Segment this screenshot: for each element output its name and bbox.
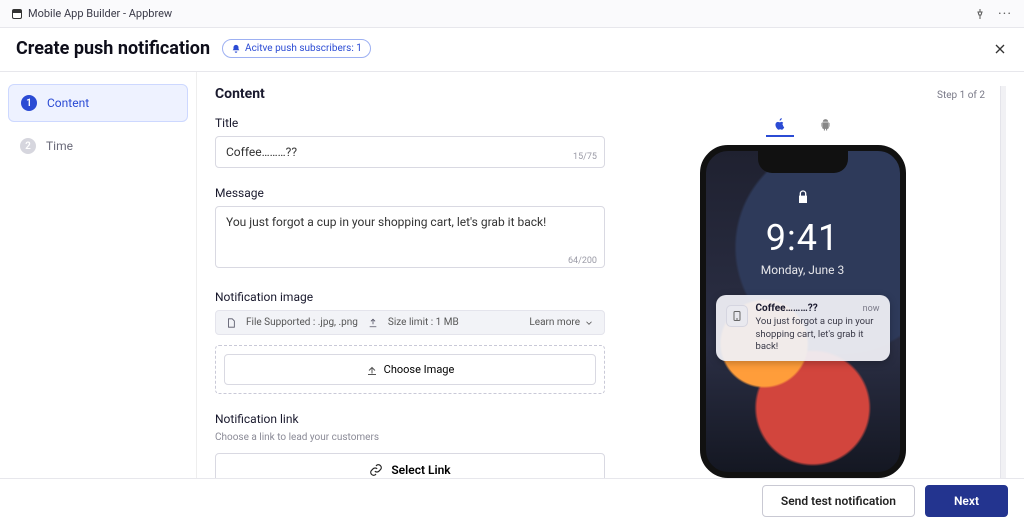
app-name: Mobile App Builder - Appbrew: [28, 7, 172, 20]
chevron-down-icon: [584, 318, 594, 328]
subscribers-badge[interactable]: Acitve push subscribers: 1: [222, 39, 371, 58]
step-label: Time: [46, 139, 73, 153]
send-test-button[interactable]: Send test notification: [762, 485, 915, 517]
step-time[interactable]: 2 Time: [8, 128, 188, 164]
message-label: Message: [215, 186, 605, 200]
phone-notch: [758, 151, 848, 173]
app-logo-icon: [12, 9, 22, 19]
step-number: 1: [21, 95, 37, 111]
image-label: Notification image: [215, 290, 605, 304]
tab-ios[interactable]: [766, 113, 794, 137]
preview-time: 9:41: [706, 217, 900, 259]
close-icon[interactable]: [992, 41, 1008, 57]
select-link-button[interactable]: Select Link: [215, 453, 605, 478]
section-title: Content: [215, 86, 265, 102]
next-button[interactable]: Next: [925, 485, 1008, 517]
step-label: Content: [47, 96, 89, 110]
apple-icon: [773, 117, 787, 131]
file-supported-value: .jpg, .png: [318, 317, 358, 328]
notif-app-icon: [726, 305, 748, 327]
upload-icon: [368, 318, 378, 328]
more-icon[interactable]: ···: [998, 6, 1012, 22]
step-number: 2: [20, 138, 36, 154]
size-limit-value: 1 MB: [436, 317, 459, 328]
file-icon: [226, 318, 236, 328]
lock-icon: [795, 189, 811, 205]
title-label: Title: [215, 116, 605, 130]
size-limit-label: Size limit :: [388, 317, 433, 328]
preview-date: Monday, June 3: [706, 263, 900, 277]
page-title: Create push notification: [16, 38, 210, 59]
preview-notification: Coffee………?? now You just forgot a cup in…: [716, 295, 890, 361]
link-icon: [369, 463, 383, 477]
title-counter: 15/75: [573, 152, 597, 162]
title-input[interactable]: [215, 136, 605, 168]
file-supported-label: File Supported :: [246, 317, 315, 328]
choose-image-button[interactable]: Choose Image: [224, 354, 596, 385]
message-counter: 64/200: [568, 256, 597, 266]
pin-icon[interactable]: [974, 8, 986, 20]
link-label: Notification link: [215, 412, 605, 426]
learn-more-link[interactable]: Learn more: [529, 317, 594, 328]
image-info-row: File Supported : .jpg, .png Size limit :…: [215, 310, 605, 335]
message-input[interactable]: [215, 206, 605, 268]
subscribers-text: Acitve push subscribers: 1: [245, 43, 362, 54]
link-hint: Choose a link to lead your customers: [215, 432, 605, 443]
tab-android[interactable]: [812, 113, 840, 137]
step-content[interactable]: 1 Content: [8, 84, 188, 122]
phone-preview: 9:41 Monday, June 3 Coffee………?? now You …: [700, 145, 906, 478]
android-icon: [819, 118, 832, 131]
notif-timestamp: now: [863, 304, 880, 314]
notif-message: You just forgot a cup in your shopping c…: [756, 316, 880, 353]
upload-icon: [366, 364, 378, 376]
scrollbar[interactable]: [1000, 86, 1006, 478]
notif-title: Coffee………??: [756, 303, 818, 314]
